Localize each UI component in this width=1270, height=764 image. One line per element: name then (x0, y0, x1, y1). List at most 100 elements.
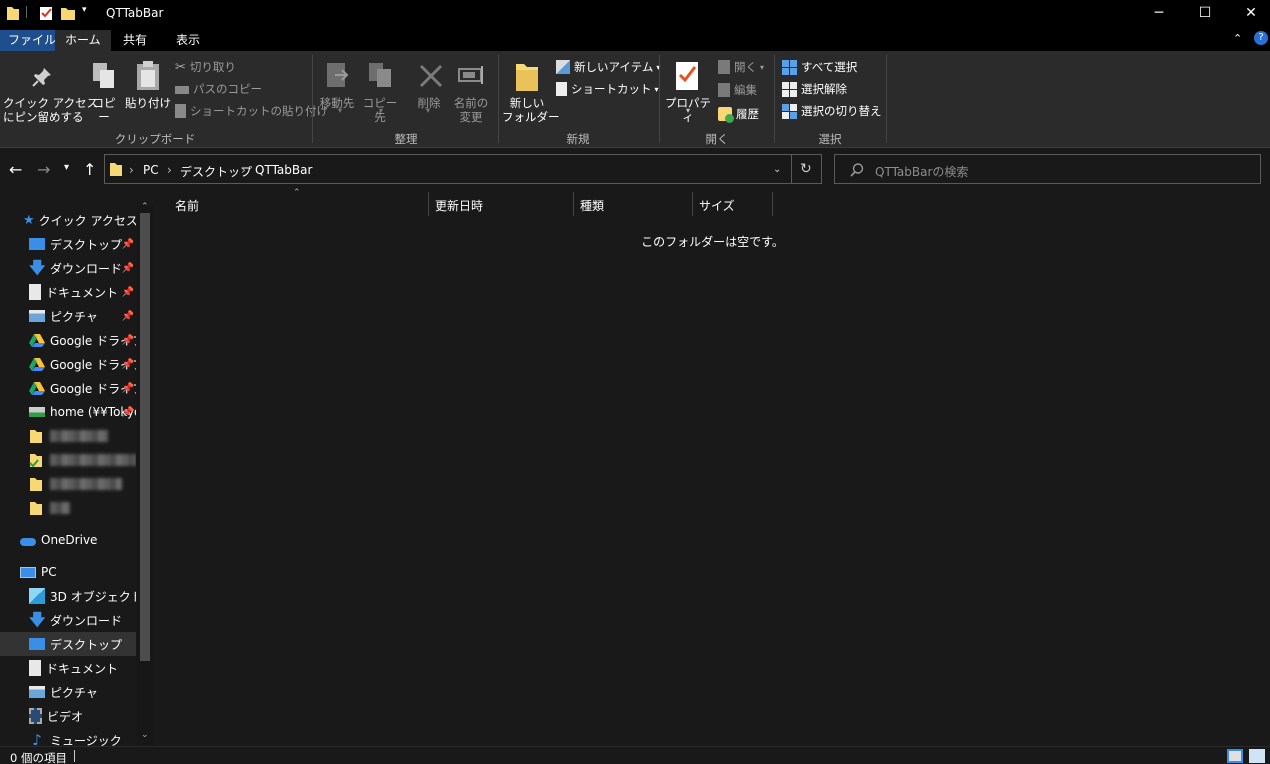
help-icon[interactable]: ? (1254, 31, 1268, 45)
breadcrumb-pc[interactable]: PC (143, 163, 159, 177)
sidebar-item-redacted[interactable] (0, 472, 136, 496)
copy-button[interactable]: コピー (88, 96, 120, 124)
open-icon (718, 60, 730, 74)
pin-icon (32, 68, 51, 87)
search-box[interactable]: QTTabBarの検索 (834, 154, 1261, 184)
tab-home[interactable]: ホーム (55, 30, 111, 51)
customize-quick-access-icon[interactable]: ▾ (82, 5, 87, 21)
folder-icon (30, 478, 42, 491)
pin-icon: 📌 (121, 286, 134, 298)
column-separator[interactable] (428, 192, 429, 216)
sidebar-item-google-drive-2[interactable]: Google ドライブ 📌 (0, 352, 136, 376)
select-none-icon (782, 81, 797, 97)
scissors-icon: ✂ (175, 59, 186, 75)
open-button[interactable]: 開く ▾ (718, 57, 764, 77)
column-header-type[interactable]: 種類 (580, 197, 604, 214)
navigation-pane-scrollbar[interactable]: ⌃ ⌄ (137, 202, 154, 746)
google-drive-icon (29, 334, 45, 347)
sidebar-item-desktop[interactable]: デスクトップ 📌 (0, 232, 136, 256)
recent-locations-chevron-icon[interactable]: ▾ (64, 162, 69, 173)
scroll-up-icon[interactable]: ⌃ (141, 202, 149, 212)
sidebar-item-redacted[interactable] (0, 496, 136, 520)
scrollbar-thumb[interactable] (140, 213, 150, 661)
sidebar-item-downloads[interactable]: 🡇 ダウンロード 📌 (0, 256, 136, 280)
breadcrumb-chevron-icon[interactable]: › (167, 163, 172, 177)
refresh-icon[interactable]: ↻ (800, 161, 812, 177)
paste-shortcut-icon (175, 104, 186, 118)
new-folder-icon[interactable] (60, 5, 76, 21)
sidebar-item-quick-access[interactable]: ★ クイック アクセス (0, 208, 136, 232)
tab-share[interactable]: 共有 (113, 30, 157, 51)
forward-arrow-icon[interactable]: → (37, 160, 50, 179)
large-icons-view-icon[interactable] (1249, 749, 1265, 763)
column-header-name[interactable]: 名前 (175, 197, 199, 214)
copy-path-button[interactable]: パスのコピー (175, 79, 262, 99)
cube-icon (29, 588, 45, 604)
sidebar-item-pc-videos[interactable]: ビデオ (0, 704, 136, 728)
sidebar-item-redacted[interactable] (0, 424, 136, 448)
move-to-icon (327, 63, 349, 87)
pin-to-quick-access-button[interactable]: クイック アクセス にピン留めする (3, 96, 98, 124)
paste-button[interactable]: 貼り付け (125, 96, 171, 110)
pin-icon: 📌 (121, 238, 134, 250)
cut-button[interactable]: ✂ 切り取り (175, 57, 236, 77)
delete-icon (419, 64, 443, 88)
chevron-down-icon: ▾ (379, 106, 384, 115)
sidebar-item-google-drive-3[interactable]: Google ドライブ 📌 (0, 376, 136, 400)
column-header-date-modified[interactable]: 更新日時 (435, 197, 483, 214)
minimize-button[interactable]: ─ (1136, 0, 1182, 26)
new-item-button[interactable]: 新しいアイテム▾ (556, 57, 660, 77)
details-view-icon[interactable] (1227, 749, 1243, 763)
copy-icon (93, 63, 114, 88)
breadcrumb-qttabbar[interactable]: QTTabBar (255, 163, 312, 177)
sidebar-item-redacted[interactable] (0, 448, 136, 472)
folder-icon (30, 430, 42, 443)
select-all-button[interactable]: すべて選択 (782, 57, 857, 77)
tab-view[interactable]: 表示 (166, 30, 210, 51)
google-drive-icon (29, 358, 45, 371)
address-bar[interactable]: › PC › デスクトップ › QTTabBar ⌄ ↻ (104, 154, 822, 184)
back-arrow-icon[interactable]: ← (9, 160, 22, 179)
scroll-down-icon[interactable]: ⌄ (141, 730, 149, 740)
sidebar-item-documents[interactable]: ドキュメント 📌 (0, 280, 136, 304)
sidebar-item-network-home[interactable]: home (¥¥Tokyo 📌 (0, 400, 136, 424)
properties-icon[interactable] (38, 5, 54, 21)
sidebar-item-pc-documents[interactable]: ドキュメント (0, 656, 136, 680)
address-history-chevron-icon[interactable]: ⌄ (773, 164, 781, 175)
shortcut-button[interactable]: ショートカット ▾ (556, 79, 659, 99)
sidebar-item-pc[interactable]: PC (0, 560, 136, 584)
rename-button[interactable]: 名前の 変更 (451, 96, 491, 124)
sidebar-item-pc-pictures[interactable]: ピクチャ (0, 680, 136, 704)
chevron-down-icon: ▾ (686, 106, 691, 115)
edit-button[interactable]: 編集 (718, 80, 757, 100)
rename-icon (458, 66, 483, 84)
column-separator[interactable] (573, 192, 574, 216)
breadcrumb-chevron-icon[interactable]: › (241, 163, 246, 177)
sidebar-item-3d-objects[interactable]: 3D オブジェクト (0, 584, 136, 608)
history-button[interactable]: 履歴 (718, 104, 759, 124)
new-folder-button[interactable]: 新しい フォルダー (502, 96, 560, 124)
collapse-ribbon-icon[interactable]: ⌃ (1233, 32, 1242, 45)
sidebar-item-onedrive[interactable]: OneDrive (0, 528, 136, 552)
close-button[interactable]: ✕ (1228, 0, 1270, 26)
folder-icon (7, 7, 19, 20)
sidebar-item-google-drive-1[interactable]: Google ドライブ 📌 (0, 328, 136, 352)
group-label-new: 新規 (566, 132, 590, 146)
column-separator[interactable] (692, 192, 693, 216)
column-separator[interactable] (772, 192, 773, 216)
group-separator (774, 55, 775, 143)
empty-folder-message: このフォルダーは空です。 (641, 235, 784, 249)
invert-selection-button[interactable]: 選択の切り替え (782, 101, 882, 121)
computer-icon (20, 566, 36, 578)
up-arrow-icon[interactable]: ↑ (83, 160, 96, 179)
move-to-button[interactable]: 移動先 (318, 96, 356, 110)
sidebar-item-pc-desktop[interactable]: デスクトップ (0, 632, 136, 656)
breadcrumb-chevron-icon[interactable]: › (129, 163, 134, 177)
separator (74, 750, 75, 762)
select-none-button[interactable]: 選択解除 (782, 79, 847, 99)
maximize-button[interactable]: ☐ (1182, 0, 1228, 26)
sidebar-item-pc-downloads[interactable]: 🡇 ダウンロード (0, 608, 136, 632)
sidebar-item-pictures[interactable]: ピクチャ 📌 (0, 304, 136, 328)
paste-shortcut-button[interactable]: ショートカットの貼り付け (175, 101, 328, 121)
column-header-size[interactable]: サイズ (699, 197, 735, 214)
